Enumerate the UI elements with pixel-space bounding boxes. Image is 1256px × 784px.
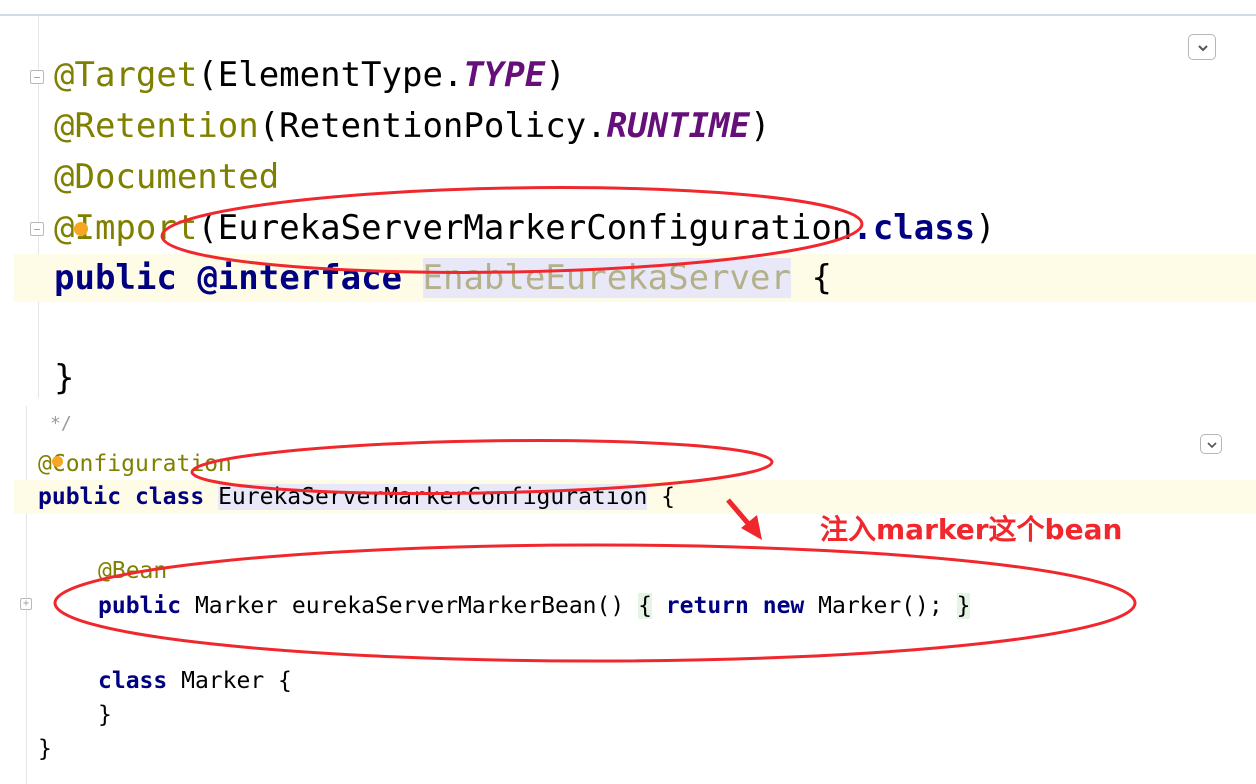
editor-gutter	[0, 406, 27, 784]
code-line: @Bean	[98, 558, 168, 584]
code-line: class Marker {	[98, 668, 292, 694]
class-name-ref: EurekaServerMarkerConfiguration	[218, 484, 648, 510]
code-line: public class EurekaServerMarkerConfigura…	[38, 484, 676, 510]
intention-bulb-icon[interactable]	[74, 222, 88, 236]
fold-icon[interactable]: +	[20, 598, 32, 610]
editor-panel-annotation: − − @Target(ElementType.TYPE) @Retention…	[0, 0, 1256, 398]
code-line: @Target(ElementType.TYPE)	[54, 55, 566, 95]
editor-panel-configuration: */ + @Configuration public class EurekaS…	[0, 406, 1256, 784]
code-line: @Import(EurekaServerMarkerConfiguration.…	[54, 208, 996, 248]
code-line: @Configuration	[38, 451, 232, 477]
code-line: public Marker eurekaServerMarkerBean() {…	[98, 593, 971, 619]
code-line: }	[98, 702, 112, 728]
collapse-chevron-icon[interactable]	[1188, 34, 1216, 60]
annotation-note: 注入marker这个bean	[820, 513, 1123, 546]
collapse-chevron-icon[interactable]	[1200, 434, 1222, 454]
code-line: @Retention(RetentionPolicy.RUNTIME)	[54, 106, 771, 146]
intention-bulb-icon[interactable]	[52, 456, 63, 467]
truncated-comment: */	[50, 413, 72, 434]
code-line: }	[54, 358, 75, 398]
fold-icon[interactable]: −	[30, 222, 44, 236]
panel-top-border	[0, 14, 1256, 16]
code-line: public @interface EnableEurekaServer {	[54, 258, 832, 298]
unused-symbol: EnableEurekaServer	[422, 258, 791, 298]
fold-icon[interactable]: −	[30, 70, 44, 84]
code-line: }	[38, 736, 52, 762]
code-line: @Documented	[54, 157, 280, 197]
